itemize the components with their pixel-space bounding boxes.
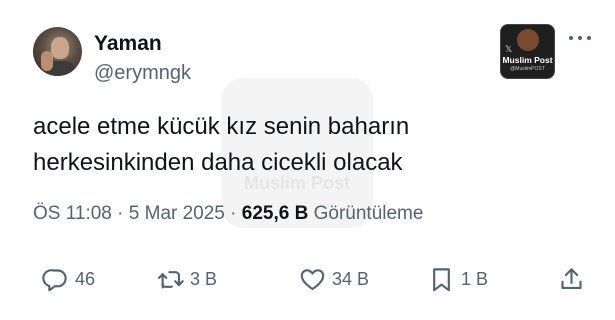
meta-separator: · (224, 203, 242, 224)
badge-title: Muslim Post (502, 55, 553, 65)
tweet-text: acele etme kücük kız senin baharın herke… (33, 109, 553, 181)
x-logo-icon: 𝕏 (505, 45, 513, 55)
share-button[interactable] (558, 263, 591, 295)
muslim-post-badge: 𝕏 Muslim Post @MuslimPOST (500, 24, 555, 79)
like-count: 34 B (332, 268, 370, 289)
badge-subtitle: @MuslimPOST (510, 66, 545, 72)
retweet-icon (157, 270, 184, 288)
badge-portrait (517, 29, 539, 51)
reply-icon (42, 268, 67, 291)
reply-count: 46 (75, 268, 96, 289)
heart-icon (300, 268, 325, 290)
tweet-line: acele etme kücük kız senin baharın (33, 113, 410, 140)
like-button[interactable]: 34 B (299, 263, 369, 295)
bookmark-icon (433, 267, 450, 291)
author-handle[interactable]: @erymngk (94, 62, 191, 85)
bookmark-button[interactable]: 1 B (428, 263, 488, 295)
tweet-line: herkesinkinden daha cicekli olacak (33, 149, 403, 176)
tweet-time[interactable]: ÖS 11:08 (33, 203, 112, 224)
retweet-count: 3 B (190, 268, 218, 289)
share-icon (561, 267, 582, 289)
tweet-meta: ÖS 11:08 · 5 Mar 2025 · 625,6 B Görüntül… (33, 203, 423, 225)
tweet-card: Yaman @erymngk 𝕏 Muslim Post @MuslimPOST… (0, 0, 615, 320)
avatar-face (51, 37, 69, 59)
views-count: 625,6 B (241, 203, 309, 224)
bookmark-count: 1 B (461, 268, 489, 289)
action-bar: 46 3 B 34 B 1 B (0, 255, 615, 303)
retweet-button[interactable]: 3 B (157, 263, 217, 295)
more-options-icon[interactable] (567, 31, 593, 45)
author-display-name[interactable]: Yaman (94, 32, 162, 56)
views-label: Görüntüleme (308, 203, 424, 224)
avatar-hand (41, 51, 53, 71)
reply-button[interactable]: 46 (42, 263, 95, 295)
author-avatar[interactable] (33, 27, 82, 76)
tweet-date[interactable]: 5 Mar 2025 (129, 203, 225, 224)
meta-separator: · (111, 203, 129, 224)
